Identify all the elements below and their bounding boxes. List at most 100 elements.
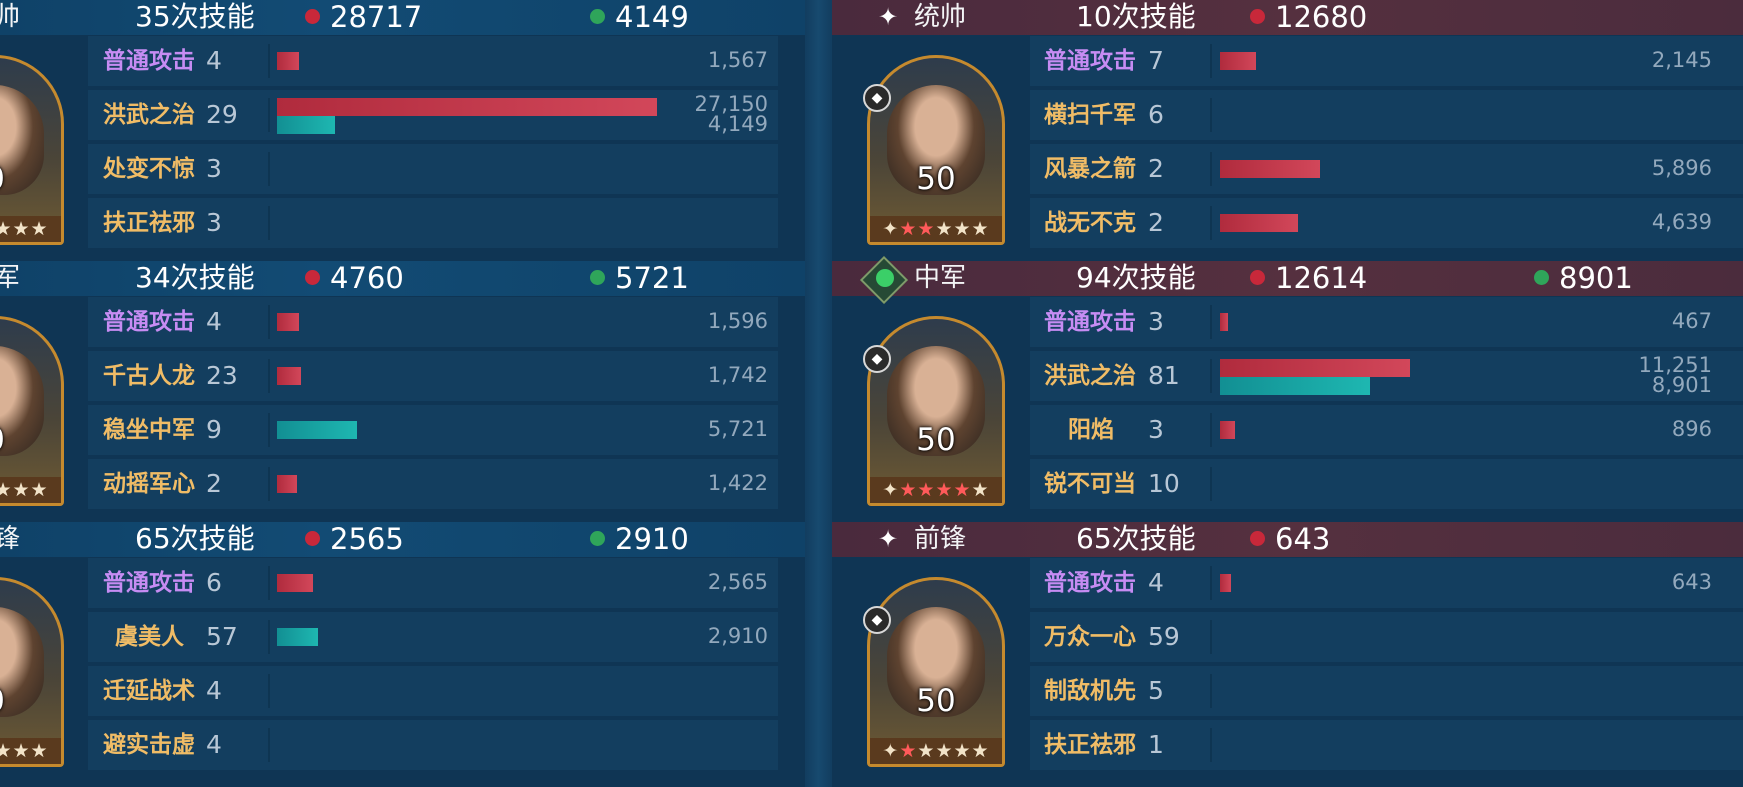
damage-bar [277,313,299,331]
skill-row[interactable]: 普通攻击 4 1,567 [88,36,778,86]
heal-amount: 8,901 [1651,373,1712,397]
section-header: 帅 35次技能 28717 4149 [0,0,805,35]
skill-row[interactable]: 扶正祛邪 1 [1030,720,1743,770]
skill-row[interactable]: 阳焰 3 896 [1030,405,1743,455]
star-icon: ★ [30,479,49,501]
heal-dot-icon [590,531,605,546]
general-portrait[interactable]: 50 ✦★★★★★ [867,55,1005,245]
skill-row[interactable]: 稳坐中军 9 5,721 [88,405,778,455]
skill-row[interactable]: 千古人龙 23 1,742 [88,351,778,401]
damage-stat: 2565 [305,522,404,556]
star-icon: ✦ [878,3,899,31]
skill-name: 普通攻击 [103,309,195,335]
skill-name: 迁延战术 [103,678,195,704]
skill-row[interactable]: 锐不可当 10 [1030,459,1743,509]
damage-bar [1220,313,1228,331]
general-portrait[interactable]: 50 ✦★★★★★ [867,316,1005,506]
general-portrait[interactable]: 50 ✦★★★★★ [867,577,1005,767]
heal-value: 2910 [615,522,689,556]
role-label: 帅 [0,2,21,32]
skill-row[interactable]: 动摇军心 2 1,422 [88,459,778,509]
star-icon: ★ [0,740,13,762]
level-label: 0 [0,683,64,719]
general-portrait[interactable]: 0 ✦★★★★★ [0,577,64,767]
skill-count-label: 94次技能 [1076,261,1196,294]
row-divider [1210,728,1212,762]
damage-value: 12614 [1275,261,1368,295]
skill-trigger-count: 57 [206,622,238,651]
star-icon: ★ [953,479,972,501]
level-label: 0 [0,422,64,458]
damage-bar [277,574,313,592]
skill-row[interactable]: 洪武之治 81 11,251 8,901 [1030,351,1743,401]
damage-dot-icon [1250,9,1265,24]
star-icon: ★ [30,740,49,762]
star-icon: ✦ [878,525,899,553]
skill-row[interactable]: 风暴之箭 2 5,896 [1030,144,1743,194]
star-icon: ★ [953,740,972,762]
skill-name: 制敌机先 [1044,678,1136,704]
skill-name: 普通攻击 [1044,48,1136,74]
heal-dot-icon [1534,270,1549,285]
star-icon: ★ [971,479,990,501]
skill-count-label: 34次技能 [135,261,255,294]
skill-name: 稳坐中军 [103,417,195,443]
row-divider [268,305,270,339]
skill-row[interactable]: 普通攻击 3 467 [1030,297,1743,347]
skill-row[interactable]: 普通攻击 4 643 [1030,558,1743,608]
damage-amount: 2,565 [707,570,768,594]
heal-bar [1220,377,1370,395]
heal-amount: 4,149 [707,112,768,136]
skill-trigger-count: 2 [1148,154,1164,183]
damage-bar [1220,52,1256,70]
panel-divider [805,0,832,787]
skill-trigger-count: 6 [206,568,222,597]
skill-row[interactable]: 迁延战术 4 [88,666,778,716]
row-divider [1210,359,1212,393]
heal-bar [277,421,357,439]
skill-trigger-count: 59 [1148,622,1180,651]
skill-row[interactable]: 制敌机先 5 [1030,666,1743,716]
skill-name: 虞美人 [115,624,184,650]
skill-trigger-count: 29 [206,100,238,129]
role-label: 锋 [0,524,21,554]
heart-icon [876,269,894,287]
damage-dot-icon [305,9,320,24]
team-section: 军 34次技能 4760 5721 0 ✦★★★★★ 普通攻击 4 1,596 千古人龙 23 1,7… [0,261,805,522]
team-section: ✦ 统帅 10次技能 12680 50 ✦★★★★★ ◆ 普通攻击 7 2,145 横扫千军 6 风暴之… [832,0,1743,261]
skill-row[interactable]: 横扫千军 6 [1030,90,1743,140]
general-portrait[interactable]: 0 ✦★★★★★ [0,316,64,506]
row-divider [1210,413,1212,447]
skill-row[interactable]: 普通攻击 7 2,145 [1030,36,1743,86]
skill-count-label: 65次技能 [1076,522,1196,555]
left-team-panel: 帅35次技能287174149 0 ✦★★★★★ 普通攻击41,567洪武之治2927… [0,0,805,787]
damage-amount: 1,596 [707,309,768,333]
star-icon: ★ [971,218,990,240]
skill-name: 扶正祛邪 [103,210,195,236]
skill-trigger-count: 4 [206,307,222,336]
skill-row[interactable]: 虞美人 57 2,910 [88,612,778,662]
general-portrait[interactable]: 0 ✦★★★★★ [0,55,64,245]
skill-trigger-count: 10 [1148,469,1180,498]
heal-dot-icon [590,9,605,24]
skill-row[interactable]: 洪武之治 29 27,150 4,149 [88,90,778,140]
skill-name: 战无不克 [1044,210,1136,236]
star-rating: ✦★★★★★ [0,216,61,242]
skill-row[interactable]: 普通攻击 6 2,565 [88,558,778,608]
star-rating: ✦★★★★★ [0,477,61,503]
skill-row[interactable]: 处变不惊 3 [88,144,778,194]
heal-stat: 8901 [1534,261,1633,295]
skill-count-label: 10次技能 [1076,0,1196,33]
skill-row[interactable]: 避实击虚 4 [88,720,778,770]
skill-row[interactable]: 普通攻击 4 1,596 [88,297,778,347]
damage-amount: 467 [1671,309,1712,333]
heal-bar [277,628,318,646]
star-rating: ✦★★★★★ [870,216,1002,242]
heal-value: 5721 [615,261,689,295]
skill-name: 普通攻击 [103,570,195,596]
skill-row[interactable]: 战无不克 2 4,639 [1030,198,1743,248]
skill-row[interactable]: 扶正祛邪 3 [88,198,778,248]
section-header: 锋 65次技能 2565 2910 [0,522,805,557]
skill-row[interactable]: 万众一心 59 [1030,612,1743,662]
star-icon: ★ [0,218,13,240]
